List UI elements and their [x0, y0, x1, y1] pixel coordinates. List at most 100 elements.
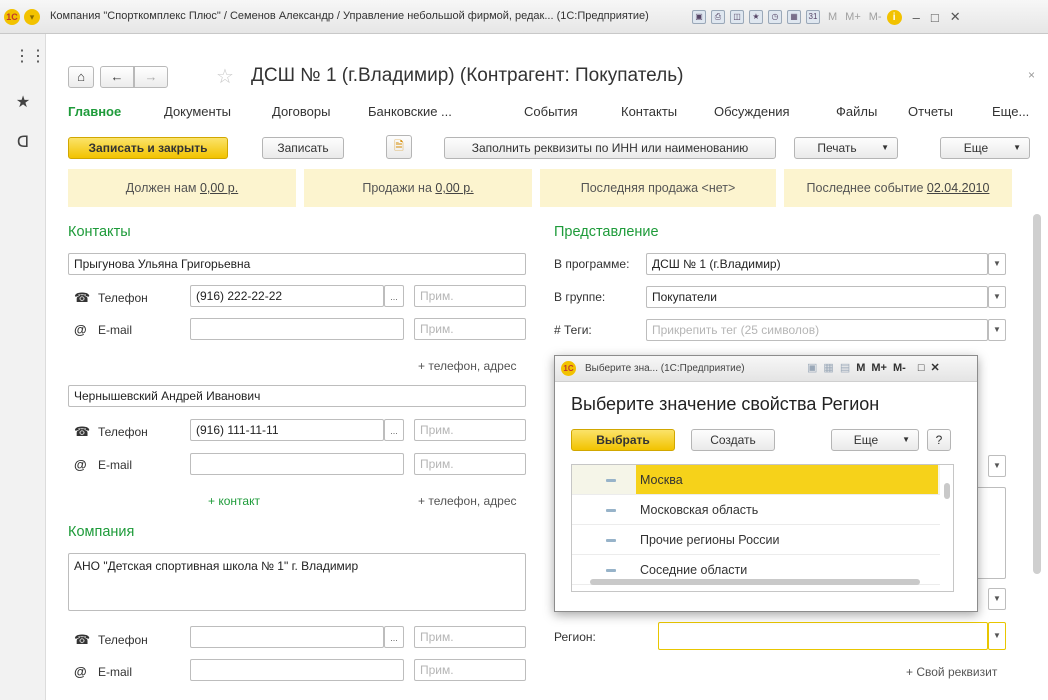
tab-contracts[interactable]: Договоры: [272, 104, 330, 119]
favorites-star-icon[interactable]: ★: [14, 94, 32, 112]
owes-us-info[interactable]: Должен нам 0,00 р.: [68, 169, 296, 207]
program-dropdown-button[interactable]: ▼: [988, 253, 1006, 275]
attach-file-button[interactable]: 🗎: [386, 135, 412, 159]
group-label: В группе:: [554, 290, 606, 304]
apps-grid-icon[interactable]: ⋮⋮: [14, 48, 46, 66]
list-item[interactable]: Москва: [572, 465, 940, 495]
contact2-phone-field[interactable]: (916) 111-11-11: [190, 419, 384, 441]
favorites-icon[interactable]: ★: [749, 10, 763, 24]
tags-field[interactable]: Прикрепить тег (25 символов): [646, 319, 988, 341]
save-icon[interactable]: ▣: [692, 10, 706, 24]
sales-info[interactable]: Продажи на 0,00 р.: [304, 169, 532, 207]
dialog-memory-mplus-button[interactable]: M+: [871, 362, 887, 374]
hidden-field-dropdown-button[interactable]: ▼: [988, 455, 1006, 477]
favorite-star-icon[interactable]: ☆: [216, 64, 234, 89]
owes-value[interactable]: 0,00 р.: [200, 181, 238, 195]
more-button[interactable]: Еще ▼: [940, 137, 1030, 159]
forward-button[interactable]: →: [134, 66, 168, 88]
print-icon[interactable]: ⎙: [711, 10, 725, 24]
calculator-icon[interactable]: ▦: [787, 10, 801, 24]
tab-reports[interactable]: Отчеты: [908, 104, 953, 119]
minimize-button[interactable]: –: [913, 10, 920, 25]
dialog-close-button[interactable]: ✕: [930, 361, 939, 374]
own-attribute-link[interactable]: + Свой реквизит: [906, 665, 997, 679]
form-scrollbar-thumb[interactable]: [1033, 214, 1041, 574]
company-name-field[interactable]: АНО "Детская спортивная школа № 1" г. Вл…: [68, 553, 526, 611]
region-list: Москва Московская область Прочие регионы…: [571, 464, 954, 592]
dialog-save-icon[interactable]: ▣: [807, 361, 817, 374]
region-dropdown-button[interactable]: ▼: [988, 622, 1006, 650]
last-event-info[interactable]: Последнее событие 02.04.2010: [784, 169, 1012, 207]
region-field[interactable]: [658, 622, 988, 650]
tab-files[interactable]: Файлы: [836, 104, 877, 119]
list-vertical-scrollbar-thumb[interactable]: [944, 483, 950, 499]
fill-by-inn-button[interactable]: Заполнить реквизиты по ИНН или наименова…: [444, 137, 776, 159]
save-and-close-button[interactable]: Записать и закрыть: [68, 137, 228, 159]
add-contact-link[interactable]: + контакт: [208, 494, 260, 508]
contact1-email-note[interactable]: Прим.: [414, 318, 526, 340]
maximize-button[interactable]: □: [931, 10, 939, 25]
save-button[interactable]: Записать: [262, 137, 344, 159]
info-icon[interactable]: i: [886, 9, 902, 25]
hidden-field2-dropdown-button[interactable]: ▼: [988, 588, 1006, 610]
contact1-phone-note[interactable]: Прим.: [414, 285, 526, 307]
list-item[interactable]: Прочие регионы России: [572, 525, 940, 555]
list-item[interactable]: Московская область: [572, 495, 940, 525]
tags-dropdown-button[interactable]: ▼: [988, 319, 1006, 341]
tab-main[interactable]: Главное: [68, 104, 121, 119]
tab-documents[interactable]: Документы: [164, 104, 231, 119]
dialog-maximize-button[interactable]: □: [918, 362, 925, 374]
phone-icon: ☎: [74, 424, 91, 439]
contact1-add-phone-link[interactable]: + телефон, адрес: [418, 359, 517, 373]
contact1-email-field[interactable]: [190, 318, 404, 340]
dialog-calendar-icon[interactable]: ▤: [840, 361, 850, 374]
contact1-name-field[interactable]: Прыгунова Ульяна Григорьевна: [68, 253, 526, 275]
home-button[interactable]: ⌂: [68, 66, 94, 88]
form-scrollbar[interactable]: [1032, 184, 1042, 584]
dialog-calculator-icon[interactable]: ▦: [823, 361, 833, 374]
memory-mplus-button[interactable]: M+: [845, 11, 861, 23]
memory-m-button[interactable]: M: [828, 11, 837, 23]
main-menu-icon[interactable]: ▾: [24, 9, 40, 25]
back-button[interactable]: ←: [100, 66, 134, 88]
select-button[interactable]: Выбрать: [571, 429, 675, 451]
contact2-email-note[interactable]: Прим.: [414, 453, 526, 475]
preview-icon[interactable]: ◫: [730, 10, 744, 24]
contact1-phone-select-button[interactable]: ...: [384, 285, 404, 307]
contact2-email-field[interactable]: [190, 453, 404, 475]
company-phone-select-button[interactable]: ...: [384, 626, 404, 648]
contact2-phone-note[interactable]: Прим.: [414, 419, 526, 441]
company-phone-note[interactable]: Прим.: [414, 626, 526, 648]
company-email-field[interactable]: [190, 659, 404, 681]
tab-events[interactable]: События: [524, 104, 578, 119]
contact2-name-field[interactable]: Чернышевский Андрей Иванович: [68, 385, 526, 407]
group-dropdown-button[interactable]: ▼: [988, 286, 1006, 308]
tab-bank[interactable]: Банковские ...: [368, 104, 452, 119]
contact1-phone-field[interactable]: (916) 222-22-22: [190, 285, 384, 307]
calendar-icon[interactable]: 31: [806, 10, 820, 24]
help-button[interactable]: ?: [927, 429, 951, 451]
last-event-value[interactable]: 02.04.2010: [927, 181, 990, 195]
memory-mminus-button[interactable]: M-: [869, 11, 882, 23]
sales-value[interactable]: 0,00 р.: [435, 181, 473, 195]
contact2-add-phone-link[interactable]: + телефон, адрес: [418, 494, 517, 508]
company-phone-field[interactable]: [190, 626, 384, 648]
program-name-field[interactable]: ДСШ № 1 (г.Владимир): [646, 253, 988, 275]
list-horizontal-scrollbar-thumb[interactable]: [590, 579, 920, 585]
close-window-button[interactable]: ✕: [950, 9, 961, 25]
list-vertical-scrollbar[interactable]: [941, 465, 953, 591]
tab-contacts[interactable]: Контакты: [621, 104, 677, 119]
group-field[interactable]: Покупатели: [646, 286, 988, 308]
close-form-button[interactable]: ×: [1028, 68, 1035, 82]
print-button[interactable]: Печать ▼: [794, 137, 898, 159]
history-icon[interactable]: ᗡ: [14, 134, 32, 152]
history-icon[interactable]: ◷: [768, 10, 782, 24]
tab-more[interactable]: Еще...: [992, 104, 1029, 119]
dialog-memory-mminus-button[interactable]: M-: [893, 362, 906, 374]
create-button[interactable]: Создать: [691, 429, 775, 451]
contact2-phone-select-button[interactable]: ...: [384, 419, 404, 441]
dialog-more-button[interactable]: Еще ▼: [831, 429, 919, 451]
tab-discussions[interactable]: Обсуждения: [714, 104, 790, 119]
company-email-note[interactable]: Прим.: [414, 659, 526, 681]
dialog-memory-m-button[interactable]: M: [856, 362, 865, 374]
